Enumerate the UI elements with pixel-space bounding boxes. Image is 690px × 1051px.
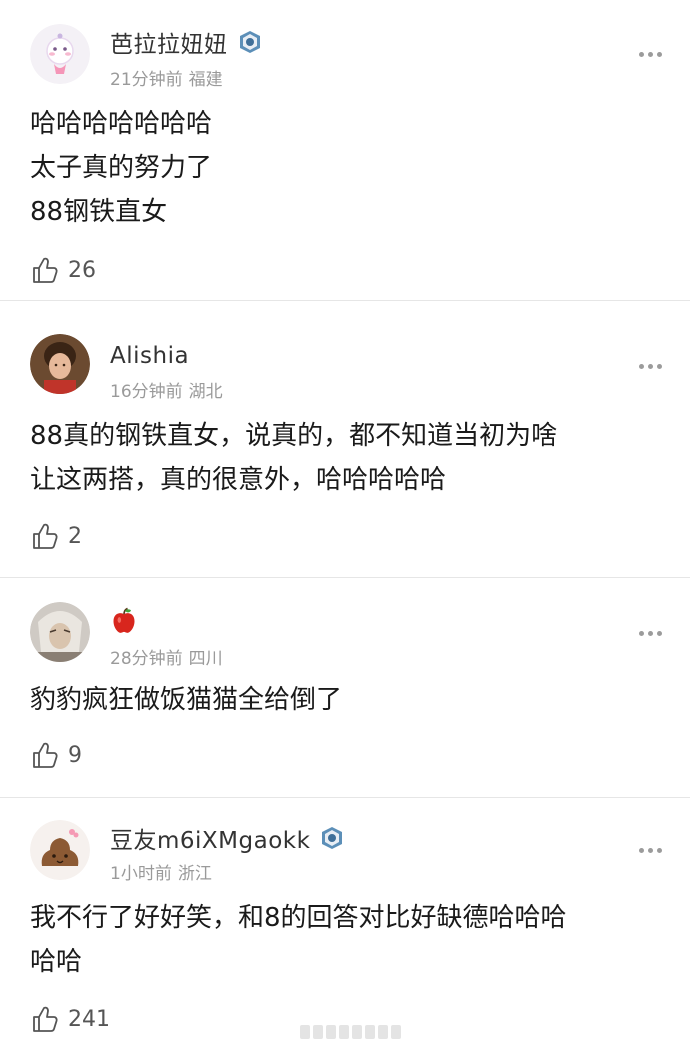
- comment-meta: 1小时前 浙江: [110, 859, 212, 884]
- username[interactable]: Alishia: [110, 343, 189, 369]
- pink-cartoon-avatar-icon: [30, 24, 90, 84]
- thumbs-up-icon: [33, 523, 58, 549]
- comment-meta: 28分钟前 四川: [110, 644, 223, 669]
- like-count: 9: [68, 742, 82, 768]
- member-badge-icon: [322, 827, 343, 849]
- like-button[interactable]: 9: [30, 740, 82, 770]
- more-options-icon[interactable]: [639, 52, 662, 57]
- location: 四川: [188, 649, 223, 669]
- photo-avatar-icon: [30, 334, 90, 394]
- watermark: [300, 1022, 410, 1042]
- avatar[interactable]: [30, 24, 90, 84]
- like-button[interactable]: 26: [30, 255, 96, 285]
- comment-text: 豹豹疯狂做饭猫猫全给倒了: [30, 685, 343, 715]
- cartoon-avatar-icon: [30, 820, 90, 880]
- comment-item: 豆友m6iXMgaokk 1小时前 浙江 我不行了好好笑，和8的回答对比好缺德哈哈…: [0, 800, 690, 1051]
- divider: [0, 577, 690, 578]
- comment-text: 88真的钢铁直女，说真的，都不知道当初为啥 让这两搭，真的很意外，哈哈哈哈哈: [30, 421, 558, 495]
- apple-icon: [113, 607, 135, 633]
- avatar[interactable]: [30, 820, 90, 880]
- username[interactable]: 豆友m6iXMgaokk: [110, 821, 310, 855]
- avatar[interactable]: [30, 334, 90, 394]
- timestamp: 1小时前: [110, 864, 172, 884]
- more-options-icon[interactable]: [639, 364, 662, 369]
- like-button[interactable]: 2: [30, 521, 82, 551]
- comment-item: 芭拉拉妞妞 21分钟前 福建 哈哈哈哈哈哈哈 太子真的努力了 88钢铁直女 26: [0, 0, 690, 300]
- like-count: 241: [68, 1006, 110, 1032]
- timestamp: 16分钟前: [110, 382, 183, 402]
- like-count: 2: [68, 523, 82, 549]
- thumbs-up-icon: [33, 742, 58, 768]
- comment-meta: 21分钟前 福建: [110, 65, 223, 90]
- more-options-icon[interactable]: [639, 848, 662, 853]
- more-options-icon[interactable]: [639, 631, 662, 636]
- photo-avatar-icon: [30, 602, 90, 662]
- username[interactable]: 芭拉拉妞妞: [110, 25, 228, 59]
- comment-item: Alishia 16分钟前 湖北 88真的钢铁直女，说真的，都不知道当初为啥 让这…: [0, 310, 690, 575]
- timestamp: 28分钟前: [110, 649, 183, 669]
- thumbs-up-icon: [33, 1006, 58, 1032]
- timestamp: 21分钟前: [110, 70, 183, 90]
- comment-meta: 16分钟前 湖北: [110, 377, 223, 402]
- divider: [0, 797, 690, 798]
- location: 福建: [188, 70, 223, 90]
- location: 浙江: [177, 864, 212, 884]
- location: 湖北: [188, 382, 223, 402]
- comment-text: 我不行了好好笑，和8的回答对比好缺德哈哈哈 哈哈: [30, 903, 567, 977]
- username-row: 豆友m6iXMgaokk: [110, 822, 344, 854]
- thumbs-up-icon: [33, 257, 58, 283]
- avatar[interactable]: [30, 602, 90, 662]
- like-count: 26: [68, 257, 96, 283]
- comment-text: 哈哈哈哈哈哈哈 太子真的努力了 88钢铁直女: [30, 109, 213, 227]
- like-button[interactable]: 241: [30, 1004, 110, 1034]
- username-row: [110, 604, 138, 636]
- divider: [0, 300, 690, 301]
- username-row: Alishia: [110, 340, 189, 372]
- username-row: 芭拉拉妞妞: [110, 26, 262, 58]
- member-badge-icon: [239, 31, 260, 53]
- comment-item: 28分钟前 四川 豹豹疯狂做饭猫猫全给倒了 9: [0, 580, 690, 795]
